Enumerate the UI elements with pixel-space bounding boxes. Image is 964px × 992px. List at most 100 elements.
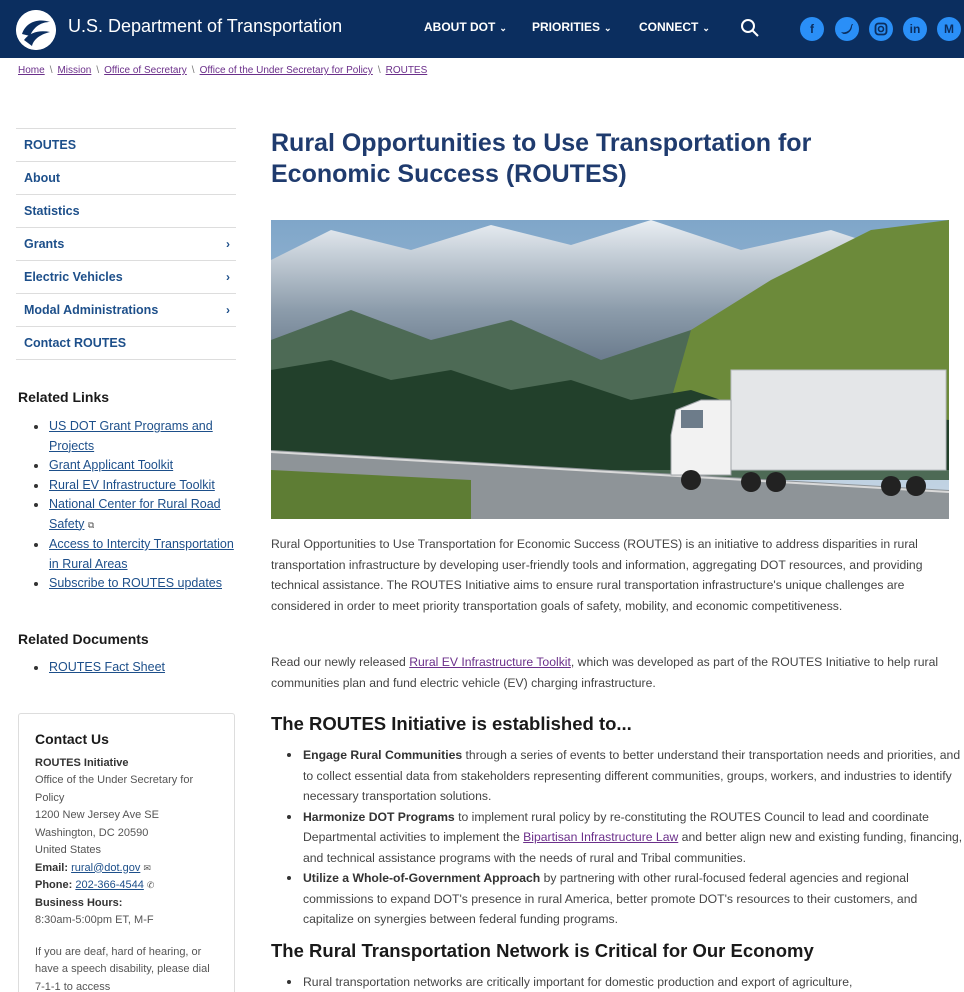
contact-phone-row: Phone: 202-366-4544 ✆ <box>35 877 218 895</box>
list-item: Access to Intercity Transportation in Ru… <box>34 535 234 574</box>
hero-image <box>271 220 949 519</box>
related-link-grant-programs[interactable]: US DOT Grant Programs and Projects <box>49 419 213 453</box>
instagram-icon[interactable] <box>869 17 893 41</box>
business-hours-label: Business Hours: <box>35 896 123 909</box>
breadcrumb: Home \ Mission \ Office of Secretary \ Office … <box>18 65 427 76</box>
chevron-right-icon: › <box>226 303 230 317</box>
nav-connect-label: CONNECT <box>639 20 699 34</box>
related-link-subscribe[interactable]: Subscribe to ROUTES updates <box>49 576 222 590</box>
twitter-icon[interactable] <box>835 17 859 41</box>
dot-logo-icon[interactable] <box>16 10 56 50</box>
sidebar-item-about[interactable]: About <box>16 162 236 195</box>
sidebar-item-label: Modal Administrations <box>24 303 159 317</box>
related-link-grant-toolkit[interactable]: Grant Applicant Toolkit <box>49 458 173 472</box>
bullet-text: Rural transportation networks are critic… <box>303 975 853 989</box>
list-item: National Center for Rural Road Safety ⧉ <box>34 495 234 535</box>
contact-address-line: Office of the Under Secretary for Policy <box>35 774 194 804</box>
nav-about-dot[interactable]: ABOUT DOT ⌄ <box>424 20 507 34</box>
initiative-list: Engage Rural Communities through a serie… <box>285 745 964 930</box>
deaf-access-note: If you are deaf, hard of hearing, or hav… <box>35 945 210 992</box>
contact-address-line: 1200 New Jersey Ave SE <box>35 809 159 821</box>
breadcrumb-under-secretary[interactable]: Office of the Under Secretary for Policy <box>200 65 373 76</box>
site-header: U.S. Department of Transportation ABOUT … <box>0 0 964 58</box>
breadcrumb-separator: \ <box>377 65 381 76</box>
list-item: Harmonize DOT Programs to implement rura… <box>285 807 964 869</box>
contact-card: Contact Us ROUTES Initiative Office of t… <box>18 713 235 992</box>
bipartisan-infrastructure-law-link[interactable]: Bipartisan Infrastructure Law <box>523 830 678 844</box>
list-item: Engage Rural Communities through a serie… <box>285 745 964 807</box>
breadcrumb-separator: \ <box>96 65 100 76</box>
chevron-right-icon: › <box>226 237 230 251</box>
related-link-intercity-access[interactable]: Access to Intercity Transportation in Ru… <box>49 537 234 571</box>
contact-phone-link[interactable]: 202-366-4544 <box>75 879 144 891</box>
contact-heading: Contact Us <box>35 731 109 747</box>
initiative-heading: The ROUTES Initiative is established to.… <box>271 713 632 734</box>
contact-address-line: United States <box>35 844 102 856</box>
mail-icon: ✉ <box>143 862 151 873</box>
chevron-down-icon: ⌄ <box>499 23 507 33</box>
nav-priorities[interactable]: PRIORITIES ⌄ <box>532 20 612 34</box>
page-title: Rural Opportunities to Use Transportatio… <box>271 129 812 188</box>
bullet-bold: Harmonize DOT Programs <box>303 809 455 824</box>
list-item: Grant Applicant Toolkit <box>34 456 234 476</box>
sidebar-item-label: Statistics <box>24 204 80 218</box>
nav-connect[interactable]: CONNECT ⌄ <box>639 20 710 34</box>
breadcrumb-separator: \ <box>191 65 195 76</box>
breadcrumb-routes[interactable]: ROUTES <box>386 65 428 76</box>
sidebar-item-routes[interactable]: ROUTES <box>16 129 236 162</box>
network-heading: The Rural Transportation Network is Crit… <box>271 940 814 961</box>
intro-paragraph: Rural Opportunities to Use Transportatio… <box>271 537 923 613</box>
medium-icon[interactable]: M <box>937 17 961 41</box>
related-documents-list: ROUTES Fact Sheet <box>34 658 234 678</box>
sidebar-item-grants[interactable]: Grants › <box>16 228 236 261</box>
search-icon[interactable] <box>740 18 760 38</box>
sidebar-item-label: Electric Vehicles <box>24 270 123 284</box>
contact-email-row: Email: rural@dot.gov ✉ <box>35 860 218 878</box>
business-hours: 8:30am-5:00pm ET, M-F <box>35 914 154 926</box>
toolkit-text: Read our newly released <box>271 655 410 669</box>
related-links-heading: Related Links <box>18 389 110 405</box>
nav-about-dot-label: ABOUT DOT <box>424 20 496 34</box>
linkedin-icon[interactable]: in <box>903 17 927 41</box>
sidebar-item-electric-vehicles[interactable]: Electric Vehicles › <box>16 261 236 294</box>
site-title[interactable]: U.S. Department of Transportation <box>68 16 342 37</box>
chevron-down-icon: ⌄ <box>702 23 710 33</box>
sidebar-item-statistics[interactable]: Statistics <box>16 195 236 228</box>
contact-org: ROUTES Initiative <box>35 756 129 769</box>
related-link-rural-road-safety[interactable]: National Center for Rural Road Safety <box>49 497 221 531</box>
nav-priorities-label: PRIORITIES <box>532 20 601 34</box>
phone-icon: ✆ <box>146 880 155 890</box>
list-item: ROUTES Fact Sheet <box>34 658 234 678</box>
toolkit-paragraph: Read our newly released Rural EV Infrast… <box>271 652 961 693</box>
bullet-bold: Utilize a Whole-of-Government Approach <box>303 871 541 885</box>
related-doc-fact-sheet[interactable]: ROUTES Fact Sheet <box>49 660 165 674</box>
rural-ev-toolkit-link[interactable]: Rural EV Infrastructure Toolkit <box>409 655 571 669</box>
related-link-rural-ev-toolkit[interactable]: Rural EV Infrastructure Toolkit <box>49 478 215 492</box>
facebook-icon[interactable]: f <box>800 17 824 41</box>
list-item: Rural EV Infrastructure Toolkit <box>34 476 234 496</box>
sidebar-item-contact-routes[interactable]: Contact ROUTES <box>16 327 236 360</box>
sidebar-item-label: ROUTES <box>24 138 77 152</box>
breadcrumb-mission[interactable]: Mission <box>57 65 91 76</box>
sidebar-item-label: Grants <box>24 237 65 251</box>
related-documents-heading: Related Documents <box>18 631 149 647</box>
phone-label: Phone: <box>35 879 73 891</box>
breadcrumb-home[interactable]: Home <box>18 65 45 76</box>
sidebar-nav: ROUTES About Statistics Grants › Electric… <box>16 128 236 360</box>
list-item: Rural transportation networks are critic… <box>285 972 964 992</box>
contact-email-link[interactable]: rural@dot.gov <box>71 862 140 874</box>
related-links-list: US DOT Grant Programs and Projects Grant… <box>34 417 234 594</box>
list-item: US DOT Grant Programs and Projects <box>34 417 234 456</box>
bullet-bold: Engage Rural Communities <box>303 748 463 762</box>
email-label: Email: <box>35 861 69 874</box>
sidebar-item-label: About <box>24 171 61 185</box>
list-item: Subscribe to ROUTES updates <box>34 574 234 594</box>
chevron-right-icon: › <box>226 270 230 284</box>
chevron-down-icon: ⌄ <box>604 23 612 33</box>
sidebar-item-label: Contact ROUTES <box>24 336 127 350</box>
breadcrumb-office-of-secretary[interactable]: Office of Secretary <box>104 65 187 76</box>
external-link-icon: ⧉ <box>87 519 95 530</box>
list-item: Utilize a Whole-of-Government Approach b… <box>285 868 964 930</box>
sidebar-item-modal-administrations[interactable]: Modal Administrations › <box>16 294 236 327</box>
